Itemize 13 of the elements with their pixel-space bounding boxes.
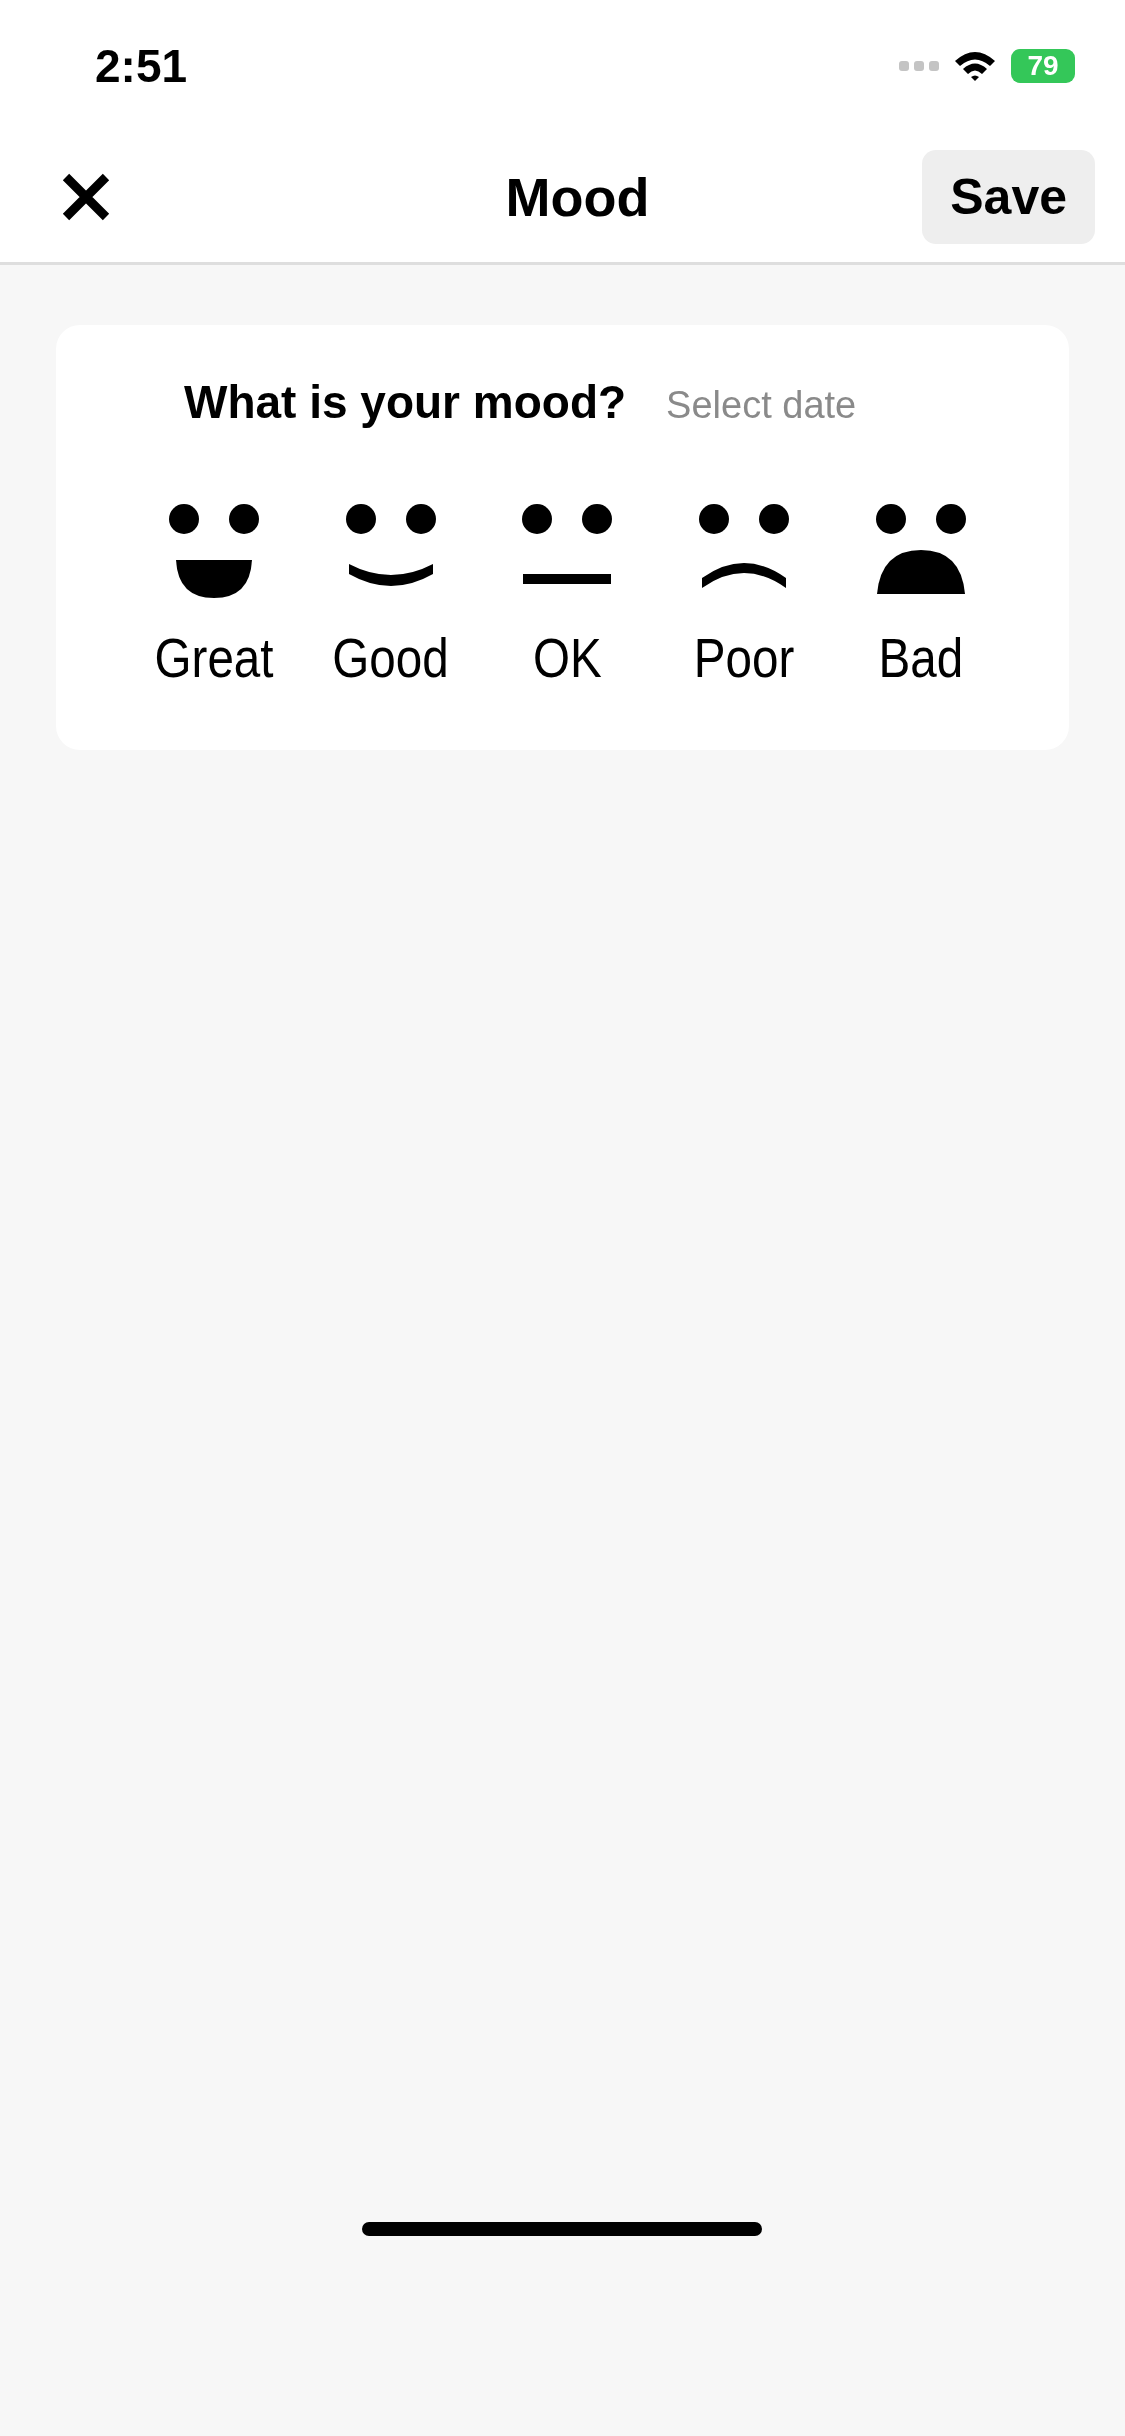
mood-option[interactable]: Good — [302, 487, 480, 690]
status-time: 2:51 — [95, 39, 188, 93]
close-icon[interactable] — [60, 171, 112, 223]
screen-title: Mood — [505, 166, 650, 228]
mood-option[interactable]: OK — [479, 487, 656, 690]
mood-option[interactable]: Great — [126, 487, 303, 690]
mood-option[interactable]: Poor — [655, 487, 833, 690]
save-button[interactable]: Save — [922, 150, 1095, 244]
mood-option[interactable]: Bad — [832, 487, 1009, 690]
battery-level: 79 — [1011, 49, 1075, 83]
mood-question: What is your mood? — [184, 375, 627, 429]
signal-dots-icon — [899, 60, 939, 72]
wifi-icon — [953, 49, 997, 83]
